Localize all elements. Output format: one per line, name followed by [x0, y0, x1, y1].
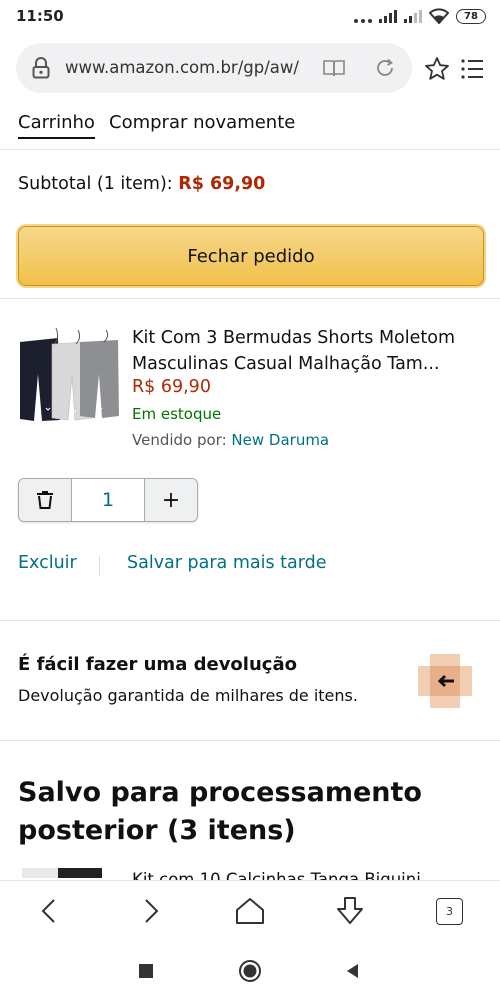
- delete-link[interactable]: Excluir: [18, 553, 77, 573]
- seller-info: Vendido por: New Daruma: [132, 431, 329, 449]
- recents-icon[interactable]: [134, 959, 158, 983]
- stock-status: Em estoque: [132, 405, 222, 423]
- url-text[interactable]: www.amazon.com.br/gp/aw/: [65, 58, 299, 77]
- download-icon[interactable]: [334, 895, 366, 927]
- quantity-stepper: 1 +: [18, 478, 198, 522]
- delete-item-button[interactable]: [19, 479, 72, 521]
- back-button-icon[interactable]: [341, 959, 365, 983]
- forward-icon[interactable]: [134, 895, 166, 927]
- wifi-icon: [429, 8, 449, 24]
- reload-icon[interactable]: [374, 57, 396, 79]
- tabs-count-button[interactable]: 3: [436, 898, 463, 925]
- divider: [0, 620, 500, 621]
- divider: [0, 740, 500, 741]
- save-for-later-link[interactable]: Salvar para mais tarde: [127, 553, 327, 573]
- seller-link[interactable]: New Daruma: [231, 431, 329, 449]
- bookmark-star-icon[interactable]: [424, 56, 450, 82]
- product-title[interactable]: Kit Com 3 Bermudas Shorts Moletom Mascul…: [132, 325, 482, 377]
- browser-toolbar: www.amazon.com.br/gp/aw/: [0, 36, 500, 102]
- reader-mode-icon[interactable]: [322, 58, 346, 78]
- status-icons: 78: [354, 8, 486, 24]
- home-button-icon[interactable]: [238, 959, 262, 983]
- status-bar: 11:50 78: [0, 0, 500, 34]
- signal-1-icon: [379, 9, 397, 23]
- subtotal-value: R$ 69,90: [178, 174, 266, 194]
- subtotal: Subtotal (1 item): R$ 69,90: [18, 174, 265, 194]
- address-bar[interactable]: www.amazon.com.br/gp/aw/: [16, 43, 412, 93]
- sold-by-label: Vendido por:: [132, 431, 232, 449]
- quantity-value[interactable]: 1: [72, 479, 144, 521]
- back-icon[interactable]: [34, 895, 66, 927]
- trash-icon: [37, 491, 53, 509]
- browser-navigation-bar: 3: [0, 880, 500, 940]
- saved-for-later-title: Salvo para processamento posterior (3 it…: [18, 777, 422, 846]
- action-separator: [99, 556, 100, 576]
- android-navigation-bar: [0, 940, 500, 1000]
- subtotal-label: Subtotal (1 item):: [18, 174, 179, 194]
- saved-item-peek: Kit com 10 Calcinhas Tanga Biquini: [0, 866, 500, 880]
- returns-title[interactable]: É fácil fazer uma devolução: [18, 654, 297, 675]
- cart-tabs: Carrinho Comprar novamente: [0, 104, 500, 150]
- home-icon[interactable]: [234, 895, 266, 927]
- saved-item-thumbnail[interactable]: [22, 868, 102, 878]
- status-time: 11:50: [16, 7, 64, 25]
- menu-icon[interactable]: [460, 58, 484, 80]
- tab-cart[interactable]: Carrinho: [18, 112, 95, 139]
- returns-subtitle: Devolução garantida de milhares de itens…: [18, 686, 358, 705]
- saved-item-title[interactable]: Kit com 10 Calcinhas Tanga Biquini: [132, 870, 421, 880]
- checkout-button[interactable]: Fechar pedido: [18, 226, 484, 286]
- increment-quantity-button[interactable]: +: [144, 479, 197, 521]
- divider: [0, 298, 500, 299]
- lock-icon: [32, 57, 50, 79]
- product-price: R$ 69,90: [132, 377, 211, 397]
- product-image[interactable]: [18, 324, 120, 422]
- tab-buy-again[interactable]: Comprar novamente: [109, 112, 295, 133]
- signal-2-icon: [404, 9, 422, 23]
- return-arrow-icon: [418, 654, 472, 708]
- battery-icon: 78: [456, 8, 486, 24]
- notification-dots-icon: [354, 9, 372, 23]
